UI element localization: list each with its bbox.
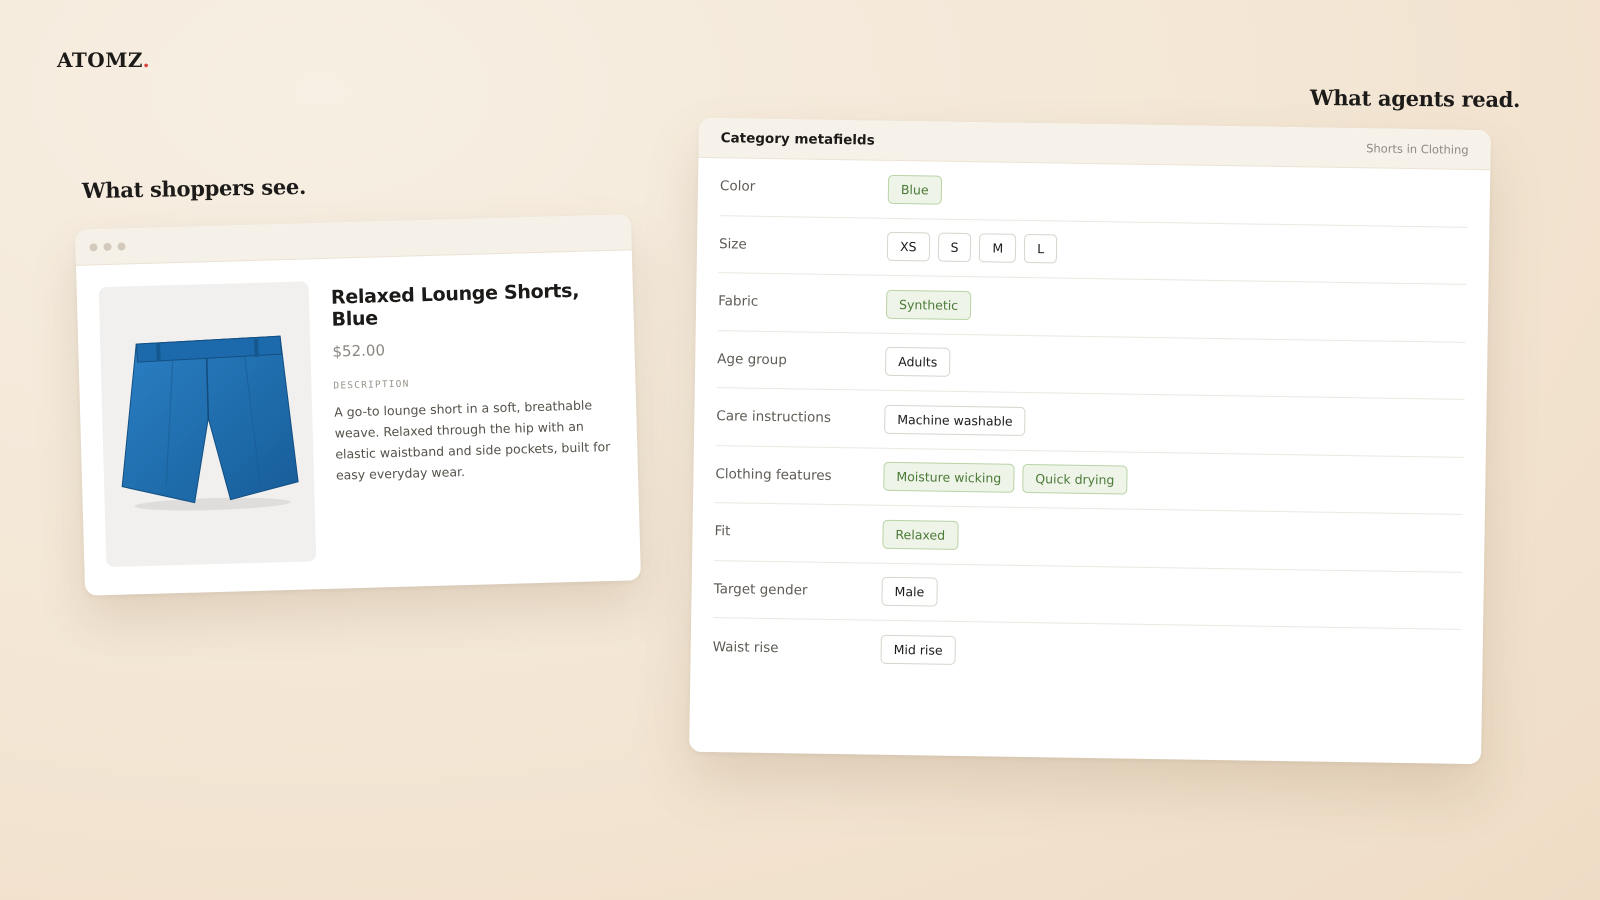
metafield-value-chip[interactable]: Male — [881, 576, 938, 607]
product-description: A go-to lounge short in a soft, breathab… — [333, 397, 611, 483]
metafield-values: Male — [881, 576, 938, 607]
blue-shorts-image — [121, 335, 299, 511]
metafield-label: Fit — [714, 523, 731, 540]
metafield-values: XS S M L — [886, 232, 1058, 264]
description-label: DESCRIPTION — [333, 378, 410, 392]
product-image — [98, 281, 317, 568]
metafield-value-chip[interactable]: Synthetic — [885, 289, 972, 320]
brand-name: ATOMZ — [57, 48, 143, 72]
metafield-list: Color Blue Size XS S M L Fabric Synthetic Age gro… — [690, 158, 1490, 688]
panel-title: Category metafields — [720, 129, 875, 149]
metafield-label: Color — [719, 178, 756, 195]
metafield-value-chip[interactable]: M — [979, 233, 1017, 264]
metafield-value-chip[interactable]: XS — [886, 232, 930, 262]
shopper-product-card: Relaxed Lounge Shorts, Blue $52.00 DESCR… — [74, 214, 642, 596]
shoppers-heading: What shoppers see. — [81, 173, 307, 204]
metafield-value-chip[interactable]: Moisture wicking — [883, 462, 1015, 494]
metafield-values: Synthetic — [885, 289, 972, 320]
window-dot-icon — [89, 242, 98, 251]
metafield-value-chip[interactable]: Adults — [884, 347, 951, 378]
window-dot-icon — [103, 242, 112, 251]
metafield-label: Waist rise — [712, 638, 779, 656]
metafield-value-chip[interactable]: Machine washable — [884, 404, 1026, 436]
metafield-value-chip[interactable]: Blue — [887, 174, 942, 205]
brand-dot: . — [142, 48, 151, 72]
metafield-value-chip[interactable]: L — [1024, 234, 1058, 264]
metafield-values: Moisture wicking Quick drying — [883, 462, 1128, 495]
panel-category: Shorts in Clothing — [1366, 140, 1469, 157]
metafield-label: Fabric — [718, 293, 759, 311]
product-title: Relaxed Lounge Shorts, Blue — [330, 279, 580, 331]
metafields-panel: Category metafields Shorts in Clothing C… — [689, 117, 1491, 765]
metafield-values: Blue — [887, 174, 942, 205]
agents-heading: What agents read. — [1309, 84, 1521, 113]
metafield-value-chip[interactable]: S — [937, 232, 972, 263]
metafield-value-chip[interactable]: Quick drying — [1022, 464, 1128, 495]
window-dot-icon — [117, 241, 126, 251]
metafield-values: Mid rise — [880, 634, 956, 666]
metafield-label: Size — [718, 235, 747, 253]
metafield-label: Target gender — [713, 580, 808, 599]
metafield-value-chip[interactable]: Relaxed — [882, 519, 959, 550]
metafield-values: Machine washable — [884, 404, 1026, 436]
metafield-label: Care instructions — [716, 408, 832, 427]
metafield-label: Age group — [717, 350, 787, 368]
metafield-label: Clothing features — [715, 465, 832, 484]
metafield-values: Adults — [884, 347, 951, 378]
brand-logo: ATOMZ. — [57, 48, 150, 72]
metafield-row: Waist rise Mid rise — [712, 618, 1461, 687]
metafield-values: Relaxed — [882, 519, 959, 550]
product-price: $52.00 — [332, 341, 386, 361]
metafield-value-chip[interactable]: Mid rise — [880, 634, 956, 666]
